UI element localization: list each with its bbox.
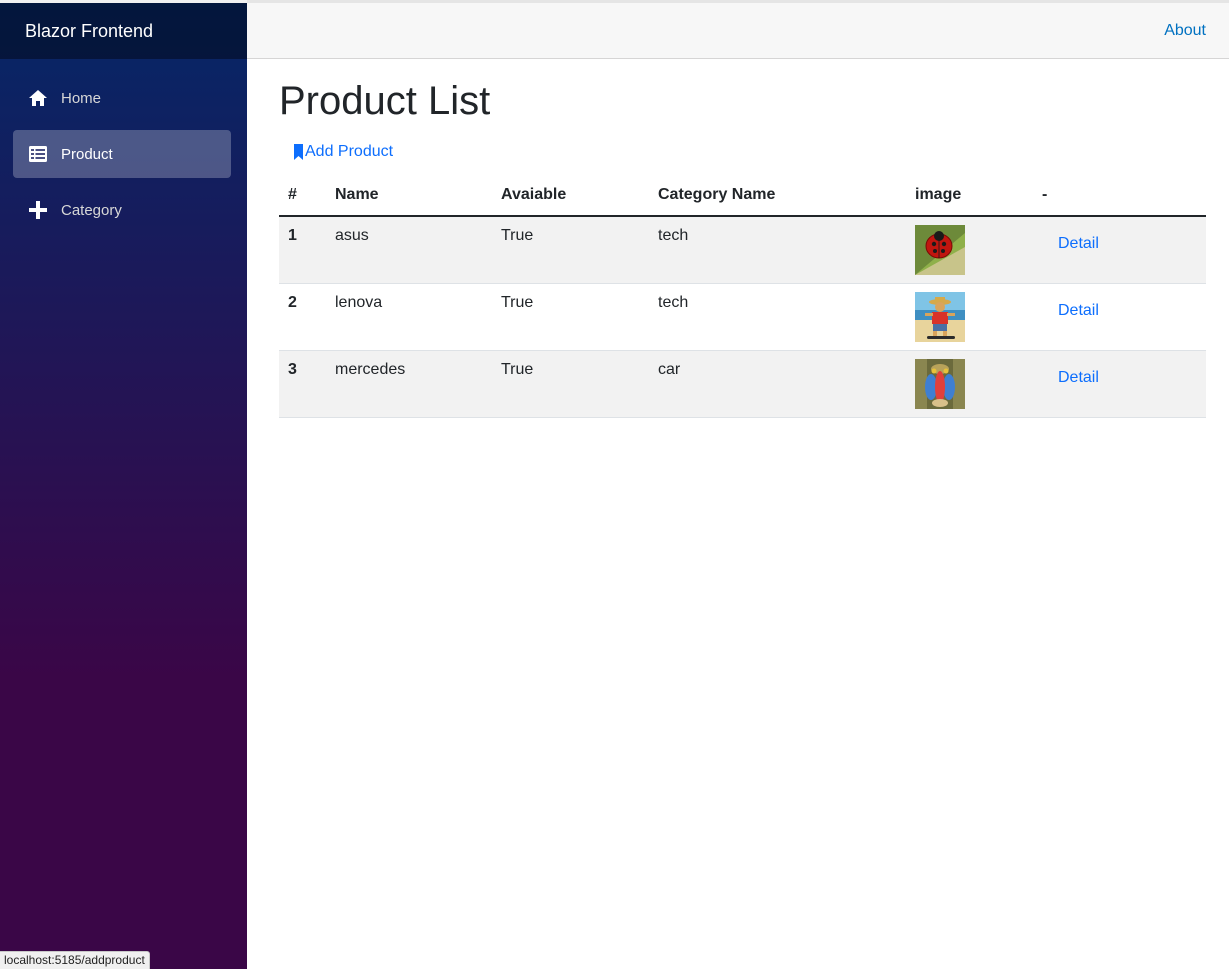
cell-available: True <box>492 350 649 418</box>
detail-link[interactable]: Detail <box>1058 302 1099 319</box>
cell-image <box>906 216 1033 284</box>
cell-category: tech <box>649 283 906 351</box>
list-icon <box>28 144 48 164</box>
cell-available: True <box>492 283 649 351</box>
plus-icon <box>28 200 48 220</box>
about-link[interactable]: About <box>1164 22 1206 40</box>
detail-link[interactable]: Detail <box>1058 235 1099 252</box>
cell-actions: Detail <box>1033 350 1206 418</box>
cell-actions: Detail <box>1033 216 1206 284</box>
column-header-category: Category Name <box>649 175 906 217</box>
column-header-name: Name <box>326 175 492 217</box>
sidebar-item-home[interactable]: Home <box>13 74 231 122</box>
cell-category: tech <box>649 216 906 284</box>
table-row: 2 lenova True tech Detail <box>279 283 1206 351</box>
mandrill-image <box>915 358 965 409</box>
skateboard-cat-image <box>915 291 965 342</box>
cell-actions: Detail <box>1033 283 1206 351</box>
cell-name: lenova <box>326 283 492 351</box>
sidebar-item-label: Category <box>61 201 122 219</box>
cell-name: asus <box>326 216 492 284</box>
sidebar: Blazor Frontend Home Product Category <box>0 0 247 969</box>
sidebar-item-category[interactable]: Category <box>13 186 231 234</box>
ladybug-image <box>915 225 965 275</box>
table-row: 1 asus True tech Detail <box>279 216 1206 284</box>
main-content: Product List Add Product # Name Avaiable… <box>279 59 1206 418</box>
product-table: # Name Avaiable Category Name image - 1 … <box>279 175 1206 418</box>
column-header-image: image <box>906 175 1033 217</box>
column-header-available: Avaiable <box>492 175 649 217</box>
cell-image <box>906 283 1033 351</box>
sidebar-item-label: Product <box>61 145 113 163</box>
bookmark-icon <box>294 144 303 160</box>
sidebar-item-label: Home <box>61 89 102 107</box>
cell-index: 3 <box>279 350 326 418</box>
cell-index: 2 <box>279 283 326 351</box>
column-header-actions: - <box>1033 175 1206 217</box>
add-product-label: Add Product <box>305 143 394 160</box>
sidebar-nav: Home Product Category <box>0 59 247 234</box>
table-row: 3 mercedes True car Detail <box>279 350 1206 418</box>
column-header-index: # <box>279 175 326 217</box>
cell-available: True <box>492 216 649 284</box>
brand-title[interactable]: Blazor Frontend <box>0 0 247 59</box>
sidebar-item-product[interactable]: Product <box>13 130 231 178</box>
top-bar: About <box>247 0 1229 59</box>
cell-category: car <box>649 350 906 418</box>
table-header-row: # Name Avaiable Category Name image - <box>279 175 1206 217</box>
detail-link[interactable]: Detail <box>1058 369 1099 386</box>
cell-index: 1 <box>279 216 326 284</box>
cell-name: mercedes <box>326 350 492 418</box>
add-product-link[interactable]: Add Product <box>294 142 393 162</box>
status-bar-url: localhost:5185/addproduct <box>0 951 150 969</box>
cell-image <box>906 350 1033 418</box>
page-title: Product List <box>279 79 491 123</box>
home-icon <box>28 88 48 108</box>
